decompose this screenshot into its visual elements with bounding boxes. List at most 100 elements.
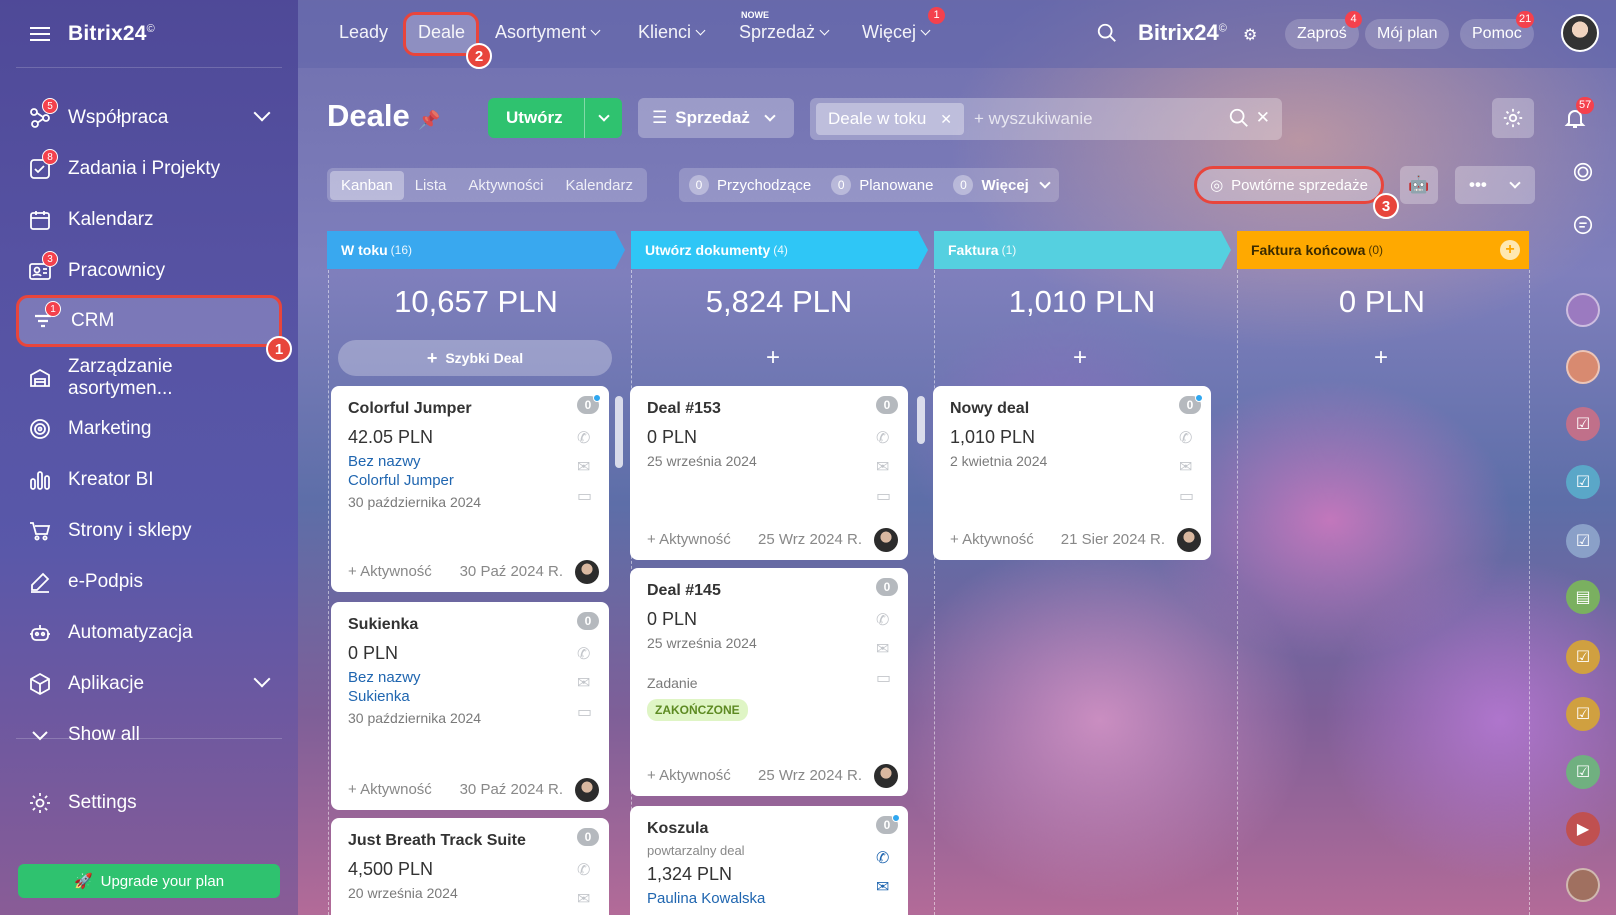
phone-icon[interactable]: ✆ — [876, 610, 894, 629]
deal-name[interactable]: Sukienka — [348, 616, 609, 634]
sidebar-item-automation[interactable]: Automatyzacja — [16, 608, 282, 658]
responsible-avatar[interactable] — [874, 764, 898, 788]
sidebar-item-calendar[interactable]: Kalendarz — [16, 195, 282, 245]
pin-icon[interactable]: 📌 — [418, 110, 440, 130]
tab-klienci[interactable]: Klienci — [638, 22, 706, 43]
mail-icon[interactable]: ✉ — [876, 877, 894, 896]
add-activity-link[interactable]: + Aktywność — [348, 563, 432, 580]
deal-card[interactable]: Just Breath Track Suite 4,500 PLN 20 wrz… — [331, 818, 609, 915]
responsible-avatar[interactable] — [874, 528, 898, 552]
close-icon[interactable]: ✕ — [940, 111, 952, 128]
column-header-faktura-koncowa[interactable]: Faktura końcowa (0) — [1237, 231, 1383, 269]
sliders-icon[interactable]: ⚙ — [1243, 25, 1257, 45]
sidebar-item-sites[interactable]: Strony i sklepy — [16, 506, 282, 556]
deal-card[interactable]: Deal #145 0 PLN 25 września 2024 Zadanie… — [630, 568, 908, 796]
add-deal-button[interactable]: + — [758, 344, 788, 372]
clear-icon[interactable]: ✕ — [1256, 108, 1270, 128]
contact-avatar[interactable] — [1566, 868, 1600, 902]
robot-button[interactable]: 🤖 — [1400, 166, 1438, 204]
logo[interactable]: Bitrix24© — [68, 22, 155, 46]
chat-sync-icon[interactable] — [1566, 208, 1600, 242]
add-deal-button[interactable]: + — [1065, 344, 1095, 372]
chat-icon[interactable]: ▭ — [876, 486, 894, 505]
deal-name[interactable]: Deal #145 — [647, 582, 908, 600]
search-icon[interactable] — [1228, 107, 1250, 134]
contact-avatar[interactable] — [1566, 350, 1600, 384]
more-actions-button[interactable]: ••• — [1455, 166, 1535, 204]
phone-icon[interactable]: ✆ — [577, 428, 595, 447]
view-activities[interactable]: Aktywności — [457, 171, 554, 200]
mail-icon[interactable]: ✉ — [577, 673, 595, 692]
mail-icon[interactable]: ✉ — [876, 639, 894, 658]
chat-icon[interactable]: ▭ — [1179, 486, 1197, 505]
column-header-faktura[interactable]: Faktura (1) — [934, 231, 1016, 269]
mail-icon[interactable]: ✉ — [876, 457, 894, 476]
deal-client-link[interactable]: Bez nazwy — [348, 669, 609, 686]
upgrade-button[interactable]: 🚀 Upgrade your plan — [18, 864, 280, 898]
mail-icon[interactable]: ✉ — [577, 457, 595, 476]
video-icon[interactable]: ▶ — [1566, 812, 1600, 846]
deal-contact-link[interactable]: Paulina Kowalska — [647, 890, 908, 907]
deal-card[interactable]: Sukienka 0 PLN Bez nazwy Sukienka 30 paź… — [331, 602, 609, 810]
repeat-sales-button[interactable]: ◎ Powtórne sprzedaże — [1194, 166, 1384, 204]
task-check-icon[interactable]: ☑ — [1566, 755, 1600, 789]
sidebar-item-apps[interactable]: Aplikacje — [16, 659, 282, 709]
contact-avatar[interactable] — [1566, 293, 1600, 327]
tab-asortyment[interactable]: Asortyment — [495, 22, 601, 43]
task-check-icon[interactable]: ☑ — [1566, 524, 1600, 558]
phone-icon[interactable]: ✆ — [876, 848, 894, 867]
add-activity-link[interactable]: + Aktywność — [348, 781, 432, 798]
counter-planned[interactable]: Planowane — [859, 177, 933, 194]
scrollbar[interactable] — [917, 396, 925, 444]
sidebar-item-esign[interactable]: e-Podpis — [16, 557, 282, 607]
add-column-icon[interactable]: + — [1500, 240, 1520, 260]
column-header-utworz[interactable]: Utwórz dokumenty (4) — [631, 231, 788, 269]
deal-product-link[interactable]: Sukienka — [348, 688, 609, 705]
column-header-w-toku[interactable]: W toku (16) — [327, 231, 412, 269]
add-deal-button[interactable]: + — [1366, 344, 1396, 372]
search-input[interactable]: Deale w toku ✕ + wyszukiwanie ✕ — [810, 98, 1282, 140]
create-dropdown[interactable] — [584, 98, 622, 138]
tab-sprzedaz[interactable]: Sprzedaż — [739, 22, 830, 43]
tab-deale[interactable]: Deale — [418, 22, 465, 43]
sidebar-item-tasks[interactable]: 8 Zadania i Projekty — [16, 144, 282, 194]
chat-icon[interactable]: ▭ — [876, 668, 894, 687]
add-activity-link[interactable]: + Aktywność — [647, 767, 731, 784]
sidebar-item-collab[interactable]: 5 Współpraca — [16, 93, 282, 143]
filter-chip[interactable]: Deale w toku ✕ — [816, 103, 965, 135]
mail-icon[interactable]: ✉ — [577, 889, 595, 908]
view-calendar[interactable]: Kalendarz — [554, 171, 644, 200]
chat-icon[interactable]: ▭ — [577, 486, 595, 505]
deal-card[interactable]: Koszula powtarzalny deal 1,324 PLN Pauli… — [630, 806, 908, 915]
mail-icon[interactable]: ✉ — [1179, 457, 1197, 476]
deal-name[interactable]: Colorful Jumper — [348, 400, 609, 418]
responsible-avatar[interactable] — [575, 560, 599, 584]
add-activity-link[interactable]: + Aktywność — [950, 531, 1034, 548]
tab-wiecej[interactable]: Więcej — [862, 22, 931, 43]
responsible-avatar[interactable] — [575, 778, 599, 802]
add-activity-link[interactable]: + Aktywność — [647, 531, 731, 548]
sidebar-item-marketing[interactable]: Marketing — [16, 404, 282, 454]
menu-icon[interactable] — [30, 26, 50, 41]
pipeline-select[interactable]: ☰ Sprzedaż — [638, 98, 794, 138]
tab-leady[interactable]: Leady — [339, 22, 388, 43]
sidebar-item-employees[interactable]: 3 Pracownicy — [16, 246, 282, 296]
deal-name[interactable]: Nowy deal — [950, 400, 1211, 418]
counter-incoming[interactable]: Przychodzące — [717, 177, 811, 194]
sidebar-item-crm[interactable]: 1 CRM — [16, 295, 282, 347]
deal-client-link[interactable]: Bez nazwy — [348, 453, 609, 470]
quick-deal-button[interactable]: + Szybki Deal — [338, 340, 612, 376]
phone-icon[interactable]: ✆ — [876, 428, 894, 447]
deal-card[interactable]: Nowy deal 1,010 PLN 2 kwietnia 2024 0 ✆ … — [933, 386, 1211, 560]
search-icon[interactable] — [1096, 22, 1118, 49]
sidebar-show-all[interactable]: Show all — [16, 710, 282, 760]
deal-product-link[interactable]: Colorful Jumper — [348, 472, 609, 489]
view-list[interactable]: Lista — [404, 171, 458, 200]
chevron-down-icon[interactable] — [253, 104, 271, 122]
chat-icon[interactable]: ▭ — [577, 702, 595, 721]
target-icon[interactable] — [1566, 155, 1600, 189]
create-button[interactable]: Utwórz — [488, 98, 622, 138]
scrollbar[interactable] — [615, 396, 623, 468]
settings-button[interactable] — [1492, 98, 1534, 138]
sidebar-settings[interactable]: Settings — [16, 778, 282, 828]
